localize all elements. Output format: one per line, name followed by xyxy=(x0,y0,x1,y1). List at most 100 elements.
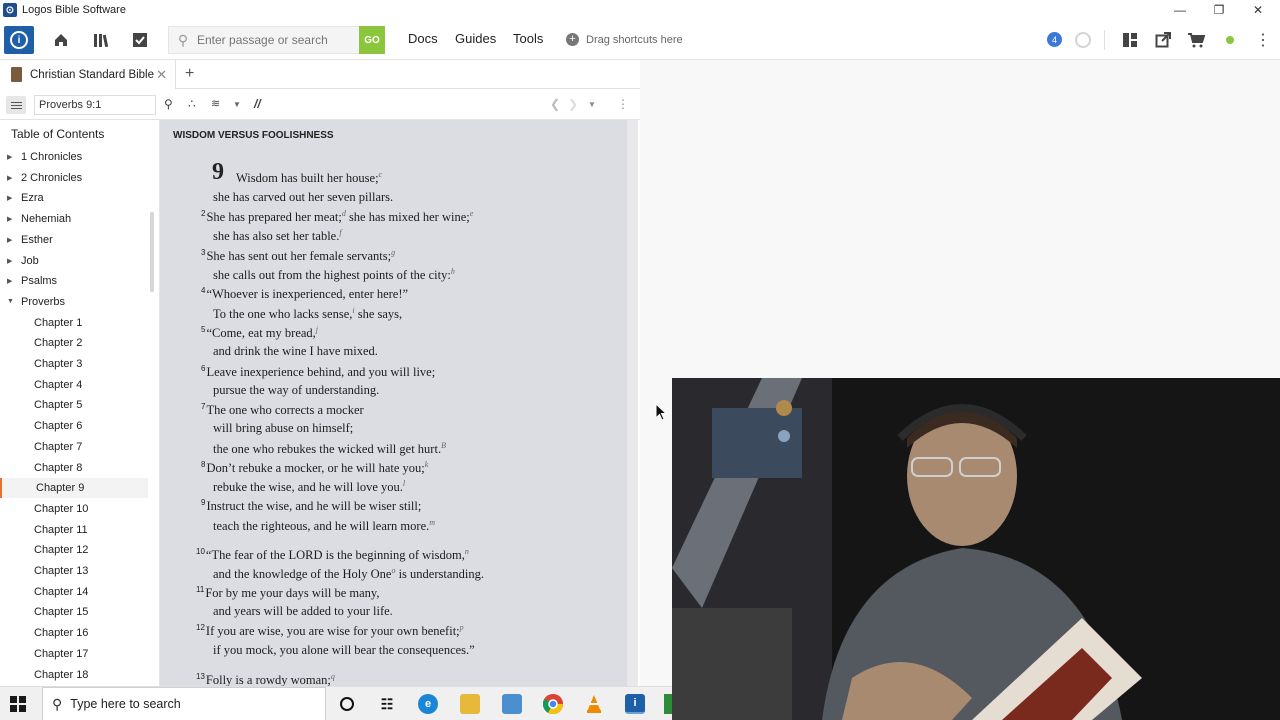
collapsed-arrow-icon[interactable]: ▶ xyxy=(7,215,17,223)
verse-number[interactable]: 13 xyxy=(196,672,205,681)
verse-number[interactable]: 3 xyxy=(201,248,205,257)
toc-chapter-item[interactable]: Chapter 8 xyxy=(0,458,148,478)
toc-chapter-item[interactable]: Chapter 15 xyxy=(0,602,148,622)
footnote-marker[interactable]: m xyxy=(429,518,435,527)
menu-guides[interactable]: Guides xyxy=(455,31,496,46)
history-chevron-icon[interactable]: ▼ xyxy=(588,100,596,109)
toc-toggle-icon[interactable] xyxy=(6,96,26,114)
logos-taskbar-icon[interactable]: i xyxy=(625,694,645,714)
toc-chapter-item[interactable]: Chapter 2 xyxy=(0,333,148,353)
footnote-marker[interactable]: p xyxy=(460,623,464,632)
toc-book-item[interactable]: ▶ Ezra xyxy=(0,188,148,208)
footnote-marker[interactable]: c xyxy=(379,170,383,179)
toc-book-item[interactable]: ▶ Job xyxy=(0,251,148,271)
visual-filters-icon[interactable]: ∴ xyxy=(188,97,196,111)
forward-icon[interactable]: ❯ xyxy=(568,97,578,111)
toc-book-item[interactable]: ▶ 1 Chronicles xyxy=(0,147,148,167)
footnote-marker[interactable]: q xyxy=(331,672,335,681)
toc-chapter-item[interactable]: Chapter 7 xyxy=(0,437,148,457)
collapsed-arrow-icon[interactable]: ▶ xyxy=(7,153,17,161)
green-app-icon[interactable] xyxy=(664,694,672,714)
toc-chapter-item[interactable]: Chapter 1 xyxy=(0,313,148,333)
app-icon[interactable] xyxy=(502,694,522,714)
collapsed-arrow-icon[interactable]: ▶ xyxy=(7,277,17,285)
toc-chapter-item[interactable]: Chapter 6 xyxy=(0,416,148,436)
toc-book-item[interactable]: ▶ 2 Chronicles xyxy=(0,168,148,188)
toc-book-item[interactable]: ▼ Proverbs xyxy=(0,292,148,312)
back-icon[interactable]: ❮ xyxy=(550,97,560,111)
minimize-button[interactable]: — xyxy=(1160,0,1200,20)
footnote-marker[interactable]: B xyxy=(441,441,446,450)
restore-button[interactable]: ❐ xyxy=(1199,0,1239,20)
toc-chapter-item[interactable]: Chapter 11 xyxy=(0,520,148,540)
footnote-marker[interactable]: k xyxy=(425,460,429,469)
verse-number[interactable]: 8 xyxy=(201,460,205,469)
close-tab-icon[interactable]: ✕ xyxy=(156,67,167,83)
go-button[interactable]: GO xyxy=(359,26,385,54)
menu-docs[interactable]: Docs xyxy=(408,31,438,46)
tasks-icon[interactable] xyxy=(130,30,150,50)
toc-chapter-item[interactable]: Chapter 4 xyxy=(0,375,148,395)
footnote-marker[interactable]: f xyxy=(339,228,341,237)
vlc-icon[interactable] xyxy=(584,694,604,714)
verse-number[interactable]: 5 xyxy=(201,325,205,334)
passage-search-input[interactable] xyxy=(197,33,347,47)
collapsed-arrow-icon[interactable]: ▶ xyxy=(7,174,17,182)
parallel-resources-button[interactable]: // xyxy=(254,97,261,111)
menu-tools[interactable]: Tools xyxy=(513,31,543,46)
footnote-marker[interactable]: g xyxy=(391,248,395,257)
open-window-icon[interactable] xyxy=(1153,30,1173,50)
toc-scrollbar[interactable] xyxy=(150,212,154,292)
tab-christian-standard-bible[interactable]: Christian Standard Bible ✕ xyxy=(0,60,176,89)
verse-number[interactable]: 11 xyxy=(196,585,204,594)
expanded-arrow-icon[interactable]: ▼ xyxy=(7,298,17,305)
reference-box[interactable]: Proverbs 9:1 xyxy=(34,95,156,115)
start-button[interactable] xyxy=(10,696,26,712)
text-display-icon[interactable]: ≋ xyxy=(211,97,220,110)
toc-chapter-item[interactable]: Chapter 5 xyxy=(0,395,148,415)
toc-book-item[interactable]: ▶ Psalms xyxy=(0,271,148,291)
verse-number[interactable]: 9 xyxy=(201,498,205,507)
footnote-marker[interactable]: j xyxy=(316,325,318,334)
toc-chapter-item[interactable]: Chapter 3 xyxy=(0,354,148,374)
toc-book-item[interactable]: ▶ Nehemiah xyxy=(0,209,148,229)
verse-number[interactable]: 4 xyxy=(201,286,205,295)
footnote-marker[interactable]: e xyxy=(470,209,474,218)
verse-number[interactable]: 10 xyxy=(196,547,205,556)
panel-menu-icon[interactable]: ⋮ xyxy=(617,97,629,111)
collapsed-arrow-icon[interactable]: ▶ xyxy=(7,236,17,244)
more-options-icon[interactable]: ⋮ xyxy=(1253,30,1273,50)
toc-chapter-item[interactable]: Chapter 9 xyxy=(0,478,148,499)
file-explorer-icon[interactable] xyxy=(460,694,480,714)
collapsed-arrow-icon[interactable]: ▶ xyxy=(7,257,17,265)
toc-chapter-item[interactable]: Chapter 16 xyxy=(0,623,148,643)
library-icon[interactable] xyxy=(92,30,112,50)
cortana-icon[interactable] xyxy=(337,694,357,714)
footnote-marker[interactable]: n xyxy=(465,547,469,556)
edge-icon[interactable]: e xyxy=(418,694,438,714)
passage-search-box[interactable]: ⚲ xyxy=(168,26,360,54)
toc-chapter-item[interactable]: Chapter 13 xyxy=(0,561,148,581)
verse-number[interactable]: 12 xyxy=(196,623,205,632)
shortcuts-bar[interactable]: + Drag shortcuts here xyxy=(566,33,683,46)
verse-number[interactable]: 6 xyxy=(201,364,205,373)
footnote-marker[interactable]: h xyxy=(451,267,455,276)
toc-chapter-item[interactable]: Chapter 14 xyxy=(0,582,148,602)
logos-menu-button[interactable]: i xyxy=(4,26,34,54)
verse-number[interactable]: 7 xyxy=(201,402,205,411)
taskbar-search-box[interactable]: ⚲ Type here to search xyxy=(42,687,326,720)
search-icon[interactable]: ⚲ xyxy=(164,97,173,111)
task-view-icon[interactable]: ☷ xyxy=(377,694,397,714)
toc-chapter-item[interactable]: Chapter 12 xyxy=(0,540,148,560)
add-tab-icon[interactable]: + xyxy=(185,65,194,83)
footnote-marker[interactable]: l xyxy=(403,479,405,488)
chevron-down-icon[interactable]: ▼ xyxy=(233,100,241,109)
toc-chapter-item[interactable]: Chapter 17 xyxy=(0,644,148,664)
collapsed-arrow-icon[interactable]: ▶ xyxy=(7,194,17,202)
home-icon[interactable] xyxy=(51,30,71,50)
layouts-icon[interactable] xyxy=(1120,30,1140,50)
notification-badge[interactable]: 4 xyxy=(1047,32,1062,47)
account-status-icon[interactable] xyxy=(1226,36,1234,44)
toc-chapter-item[interactable]: Chapter 18 xyxy=(0,665,148,685)
chrome-icon[interactable] xyxy=(543,694,563,714)
